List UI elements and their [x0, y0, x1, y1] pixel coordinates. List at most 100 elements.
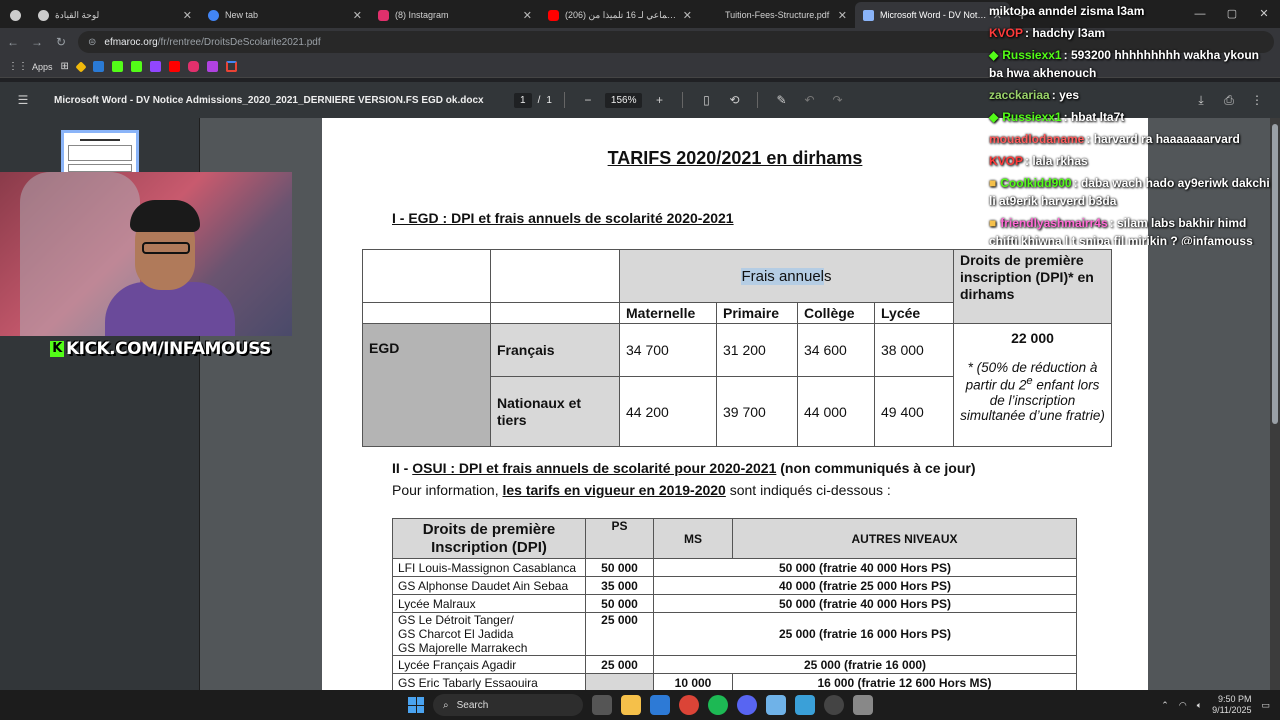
obs-icon[interactable]: [824, 695, 844, 715]
bookmark-icon[interactable]: [206, 61, 218, 72]
back-icon[interactable]: ←: [6, 35, 20, 49]
tab-3[interactable]: (206) طرد جماعي لـ 16 تلميذا من ✕: [540, 2, 700, 28]
other-levels-value: 25 000 (fratrie 16 000): [653, 655, 1077, 674]
close-icon[interactable]: ✕: [838, 9, 847, 22]
kick-icon[interactable]: [111, 61, 123, 72]
dpi-cell: 22 000 * (50% de réduction à partir du 2…: [953, 323, 1112, 447]
chat-username[interactable]: KVOP: [989, 26, 1023, 40]
kick-icon[interactable]: [130, 61, 142, 72]
notification-icon[interactable]: ▭: [1261, 700, 1270, 711]
menu-icon[interactable]: ☰: [12, 93, 34, 107]
grid-bookmark[interactable]: ⊞: [61, 61, 69, 72]
table-row: Lycée Français Agadir 25 000 25 000 (fra…: [392, 655, 1077, 674]
annotate-icon[interactable]: ✎: [770, 93, 792, 107]
reload-icon[interactable]: ↻: [54, 35, 68, 49]
forward-icon[interactable]: →: [30, 35, 44, 49]
group-egd: EGD: [362, 323, 491, 447]
chat-message: KVOP: lala rkhas: [985, 150, 1280, 172]
table-cell: [362, 302, 491, 324]
profile-icon[interactable]: [0, 2, 30, 28]
bookmark-icon[interactable]: [92, 61, 104, 72]
chat-username[interactable]: Russiexx1: [1002, 48, 1061, 62]
discord-icon[interactable]: [737, 695, 757, 715]
close-icon[interactable]: ✕: [353, 9, 362, 22]
info-part: sont indiqués ci-dessous :: [725, 482, 891, 498]
chat-text: : yes: [1051, 88, 1080, 102]
tab-2[interactable]: (8) Instagram ✕: [370, 2, 540, 28]
undo-icon[interactable]: ↶: [798, 93, 820, 107]
volume-icon[interactable]: 🔈︎: [1197, 700, 1202, 711]
notepad-icon[interactable]: [766, 695, 786, 715]
page-total: 1: [546, 94, 552, 106]
clock[interactable]: 9:50 PM 9/11/2025: [1212, 694, 1251, 716]
col-primaire: Primaire: [716, 302, 798, 324]
chat-username[interactable]: Coolkidd900: [1000, 176, 1071, 190]
chat-username[interactable]: KVOP: [989, 154, 1023, 168]
chat-message: ◆ Russiexx1: 593200 hhhhhhhhh wakha ykoun…: [985, 44, 1280, 84]
heading-part: OSUI : DPI et frais annuels de scolarité…: [412, 460, 777, 476]
windows-start-icon[interactable]: [408, 697, 424, 713]
other-levels-value: 50 000 (fratrie 40 000 Hors PS): [653, 558, 1077, 577]
table-cell: 39 700: [716, 376, 798, 447]
chat-username[interactable]: friendlyashmairr4s: [1000, 216, 1107, 230]
spotify-icon[interactable]: [708, 695, 728, 715]
date: 9/11/2025: [1212, 705, 1252, 715]
zoom-in-icon[interactable]: +: [648, 93, 670, 107]
close-icon[interactable]: ✕: [683, 9, 692, 22]
chat-username[interactable]: mouadlodaname: [989, 132, 1084, 146]
zoom-input[interactable]: 156%: [604, 92, 643, 108]
redo-icon[interactable]: ↷: [826, 93, 848, 107]
pdf-icon: [863, 9, 874, 21]
table-row: GS Le Détroit Tanger/ GS Charcot El Jadi…: [392, 612, 1077, 656]
tab-1[interactable]: New tab ✕: [200, 2, 370, 28]
site-info-icon[interactable]: ⊜: [88, 37, 96, 48]
chat-message: ■ friendlyashmairr4s: silam labs bakhir h…: [985, 212, 1280, 245]
search-label: Search: [456, 699, 489, 711]
chat-username[interactable]: zacckariaa: [989, 88, 1050, 102]
chat-message: mouadlodaname: harvard ra haaaaaaarvard: [985, 128, 1280, 150]
chat-text: : harvard ra haaaaaaarvard: [1086, 132, 1240, 146]
wifi-icon[interactable]: ◠: [1179, 700, 1187, 711]
store-icon[interactable]: [650, 695, 670, 715]
tab-0[interactable]: لوحة القيادة ✕: [30, 2, 200, 28]
app-icon[interactable]: [795, 695, 815, 715]
chat-message: miktoba anndel zisma l3am: [985, 0, 1280, 22]
other-levels-value: 25 000 (fratrie 16 000 Hors PS): [653, 612, 1077, 656]
rotate-icon[interactable]: ⟲: [723, 93, 745, 107]
school-name: Lycée Français Agadir: [392, 655, 586, 674]
apps-bookmark[interactable]: ⋮⋮ Apps: [8, 61, 53, 72]
page-thumbnail[interactable]: [61, 130, 139, 178]
youtube-icon[interactable]: [168, 61, 180, 72]
twitch-icon[interactable]: [149, 61, 161, 72]
streamer-body: [105, 282, 235, 336]
calculator-icon[interactable]: [853, 695, 873, 715]
chevron-up-icon[interactable]: ⌃: [1161, 700, 1169, 711]
col-lycee: Lycée: [874, 302, 954, 324]
chat-message: ■ Coolkidd900: daba wach hado ay9eriwk da…: [985, 172, 1280, 212]
chat-message: ◆ Russiexx1: hbat lta7t: [985, 106, 1280, 128]
ps-value: [585, 673, 654, 690]
close-icon[interactable]: ✕: [523, 9, 532, 22]
tab-4[interactable]: Tuition-Fees-Structure.pdf ✕: [700, 2, 855, 28]
chat-text: : lala rkhas: [1025, 154, 1088, 168]
table-cell: 31 200: [716, 323, 798, 377]
close-icon[interactable]: ✕: [183, 9, 192, 22]
page-number-input[interactable]: 1: [514, 92, 532, 108]
instagram-icon[interactable]: [187, 61, 199, 72]
table-cell: 44 200: [619, 376, 717, 447]
chat-username[interactable]: Russiexx1: [1002, 110, 1061, 124]
chat-username[interactable]: miktoba anndel zisma l3am: [989, 4, 1144, 18]
binance-icon[interactable]: [75, 60, 87, 73]
section-2-info: Pour information, les tarifs en vigueur …: [392, 482, 891, 498]
file-explorer-icon[interactable]: [621, 695, 641, 715]
chrome-icon[interactable]: [679, 695, 699, 715]
task-view-icon[interactable]: [592, 695, 612, 715]
chat-message: zacckariaa: yes: [985, 84, 1280, 106]
gmail-icon[interactable]: [225, 61, 237, 72]
heading-part: (non communiqués à ce jour): [776, 460, 976, 476]
badge-icon: ■: [989, 216, 997, 230]
zoom-out-icon[interactable]: −: [577, 93, 599, 107]
header-dpi: Droits de première Inscription (DPI): [392, 518, 586, 559]
fit-page-icon[interactable]: ▯: [695, 93, 717, 107]
taskbar-search[interactable]: ⌕ Search: [433, 694, 583, 716]
